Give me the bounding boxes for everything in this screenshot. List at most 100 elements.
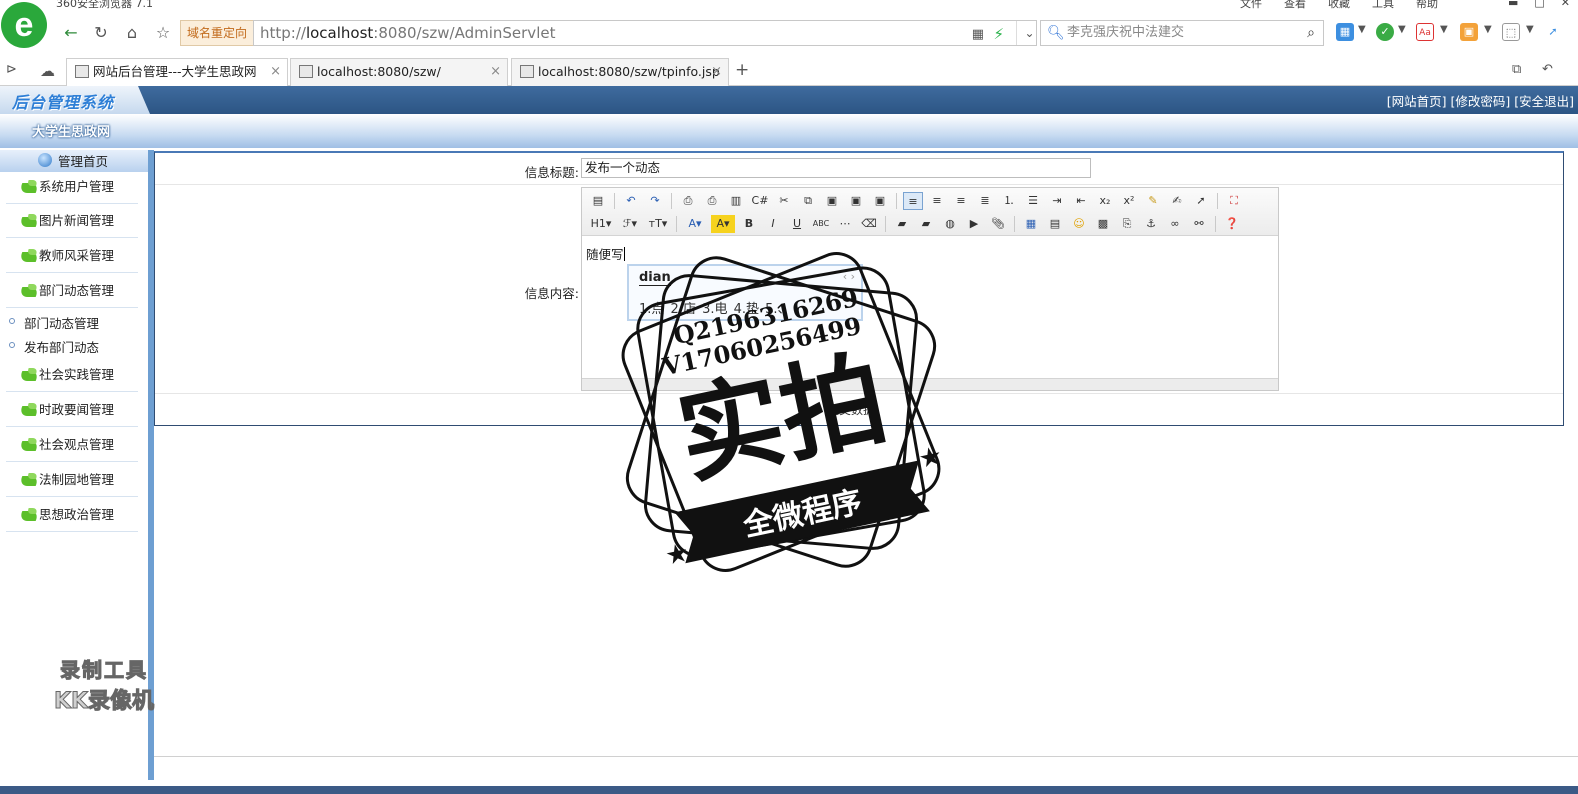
undo-icon[interactable]: ↶ bbox=[621, 192, 641, 210]
highlight-icon[interactable]: A▾ bbox=[711, 215, 735, 233]
sidebar-item-department-news[interactable]: 部门动态管理 bbox=[6, 276, 138, 308]
menu-favorites[interactable]: 收藏 bbox=[1328, 0, 1350, 11]
speed-mode-icon[interactable]: ⚡ bbox=[993, 22, 1004, 46]
top-links[interactable]: [网站首页] [修改密码] [安全退出] bbox=[1387, 91, 1574, 110]
template-icon[interactable]: ▥ bbox=[726, 192, 746, 210]
menu-file[interactable]: 文件 bbox=[1240, 0, 1262, 11]
sidebar-item-current-affairs[interactable]: 时政要闻管理 bbox=[6, 395, 138, 427]
apps-dropdown-icon[interactable]: ▼ bbox=[1358, 24, 1366, 35]
submit-button[interactable]: 提交数据 bbox=[827, 401, 875, 418]
image-icon[interactable]: ▰ bbox=[892, 215, 912, 233]
menu-tools[interactable]: 工具 bbox=[1372, 0, 1394, 11]
emoticon-icon[interactable]: ☺ bbox=[1069, 215, 1089, 233]
close-tab-icon[interactable]: × bbox=[490, 59, 501, 85]
menu-view[interactable]: 查看 bbox=[1284, 0, 1306, 11]
ordered-list-icon[interactable]: ⒈ bbox=[999, 192, 1019, 210]
media-icon[interactable]: ▶ bbox=[964, 215, 984, 233]
strikethrough-icon[interactable]: ABC bbox=[811, 215, 831, 233]
tab-admin[interactable]: 网站后台管理---大学生思政网 × bbox=[66, 58, 288, 86]
back-arrow-icon[interactable]: ← bbox=[60, 22, 82, 44]
security-shield-icon[interactable]: ✓ bbox=[1376, 23, 1394, 41]
fullscreen-icon[interactable]: ⛶ bbox=[1224, 192, 1244, 210]
outdent-icon[interactable]: ⇤ bbox=[1071, 192, 1091, 210]
code-icon[interactable]: C# bbox=[750, 192, 770, 210]
cloud-icon[interactable]: ☁ bbox=[40, 62, 55, 80]
sidebar-item-social-practice[interactable]: 社会实践管理 bbox=[6, 360, 138, 392]
eraser-icon[interactable]: ⌫ bbox=[859, 215, 879, 233]
map-icon[interactable]: ▩ bbox=[1093, 215, 1113, 233]
sidebar-subitem-publish-department[interactable]: 发布部门动态 bbox=[8, 337, 99, 356]
insert-row-icon[interactable]: ▤ bbox=[1045, 215, 1065, 233]
translate-icon[interactable]: Aa bbox=[1416, 23, 1434, 41]
close-window-icon[interactable]: ✕ bbox=[1561, 0, 1570, 9]
heading-icon[interactable]: H1▾ bbox=[588, 215, 614, 233]
attachment-icon[interactable]: 📎︎ bbox=[988, 215, 1008, 233]
help-icon[interactable]: ❓ bbox=[1222, 215, 1242, 233]
new-tab-icon[interactable]: + bbox=[735, 60, 749, 80]
refresh-icon[interactable]: ↻ bbox=[90, 22, 112, 44]
close-tab-icon[interactable]: × bbox=[270, 59, 281, 85]
align-center-icon[interactable]: ≡ bbox=[927, 192, 947, 210]
preview-icon[interactable]: ⎙ bbox=[678, 192, 698, 210]
screenshot-dropdown-icon[interactable]: ▼ bbox=[1526, 24, 1534, 35]
undo-close-icon[interactable]: ↶ bbox=[1542, 62, 1553, 77]
sidebar-item-teachers[interactable]: 教师风采管理 bbox=[6, 241, 138, 273]
subscript-icon[interactable]: x₂ bbox=[1095, 192, 1115, 210]
sidebar-item-law[interactable]: 法制园地管理 bbox=[6, 465, 138, 497]
browser-logo-icon[interactable]: e bbox=[1, 2, 47, 48]
star-icon[interactable]: ☆ bbox=[152, 22, 174, 44]
domain-redirect-badge[interactable]: 域名重定向 bbox=[180, 20, 255, 46]
paste-text-icon[interactable]: ▣ bbox=[846, 192, 866, 210]
bold-icon[interactable]: B bbox=[739, 215, 759, 233]
pointer-icon[interactable]: ➚ bbox=[1191, 192, 1211, 210]
flash-icon[interactable]: ◍ bbox=[940, 215, 960, 233]
pagebreak-icon[interactable]: ⎘ bbox=[1117, 215, 1137, 233]
search-engine-icon[interactable]: 🔍︎ bbox=[1047, 21, 1065, 45]
indent-icon[interactable]: ⇥ bbox=[1047, 192, 1067, 210]
unordered-list-icon[interactable]: ☰ bbox=[1023, 192, 1043, 210]
menu-help[interactable]: 帮助 bbox=[1416, 0, 1438, 11]
security-dropdown-icon[interactable]: ▼ bbox=[1398, 24, 1406, 35]
sidebar-item-home[interactable]: 管理首页 bbox=[0, 150, 148, 172]
align-left-icon[interactable]: ≡ bbox=[903, 192, 923, 210]
rich-text-editor[interactable]: ▤ ↶ ↷ ⎙ ⎙ ▥ C# ✂ ⧉ ▣ ▣ ▣ ≡ ≡ ≡ ≣ ⒈ ☰ ⇥ ⇤… bbox=[581, 187, 1279, 391]
justify-icon[interactable]: ≣ bbox=[975, 192, 995, 210]
editor-content[interactable]: 随便写 bbox=[586, 244, 625, 263]
home-icon[interactable]: ⌂ bbox=[121, 22, 143, 44]
sidebar-item-photo-news[interactable]: 图片新闻管理 bbox=[6, 206, 138, 238]
print-icon[interactable]: ⎙ bbox=[702, 192, 722, 210]
unlink-icon[interactable]: ⚯ bbox=[1189, 215, 1209, 233]
close-tab-icon[interactable]: × bbox=[711, 59, 722, 85]
minimize-icon[interactable]: ▬ bbox=[1508, 0, 1518, 9]
search-icon[interactable]: ⌕ bbox=[1307, 21, 1315, 45]
paste-icon[interactable]: ▣ bbox=[822, 192, 842, 210]
cut-icon[interactable]: ✂ bbox=[774, 192, 794, 210]
ime-candidates[interactable]: 1.点 2.店 3.电 4.垫 5.、 bbox=[639, 298, 791, 317]
source-icon[interactable]: ▤ bbox=[588, 192, 608, 210]
pin-icon[interactable]: ➚ bbox=[1544, 23, 1562, 41]
link-icon[interactable]: ∞ bbox=[1165, 215, 1185, 233]
maximize-icon[interactable]: □ bbox=[1534, 0, 1544, 9]
multi-image-icon[interactable]: ▰ bbox=[916, 215, 936, 233]
extension-dropdown-icon[interactable]: ▼ bbox=[1484, 24, 1492, 35]
ime-candidate-window[interactable]: dian ‹ › 1.点 2.店 3.电 4.垫 5.、 bbox=[627, 264, 863, 321]
select-all-icon[interactable]: ✍ bbox=[1167, 192, 1187, 210]
hr-icon[interactable]: ⋯ bbox=[835, 215, 855, 233]
translate-dropdown-icon[interactable]: ▼ bbox=[1440, 24, 1448, 35]
font-size-icon[interactable]: тT▾ bbox=[646, 215, 670, 233]
apps-grid-icon[interactable]: ▦ bbox=[1336, 23, 1354, 41]
align-right-icon[interactable]: ≡ bbox=[951, 192, 971, 210]
sidebar-item-social-views[interactable]: 社会观点管理 bbox=[6, 430, 138, 462]
underline-icon[interactable]: U bbox=[787, 215, 807, 233]
address-bar[interactable]: http://localhost:8080/szw/AdminServlet ▦… bbox=[253, 20, 1037, 46]
tab-restore-icon[interactable]: ⧉ bbox=[1512, 62, 1521, 77]
sidebar-toggle-icon[interactable]: ⊳ bbox=[6, 62, 17, 77]
table-icon[interactable]: ▦ bbox=[1021, 215, 1041, 233]
paste-word-icon[interactable]: ▣ bbox=[870, 192, 890, 210]
font-color-icon[interactable]: A▾ bbox=[683, 215, 707, 233]
search-box[interactable]: 🔍︎ 李克强庆祝中法建交 ⌕ bbox=[1040, 20, 1324, 46]
sidebar-item-users[interactable]: 系统用户管理 bbox=[6, 172, 138, 204]
clear-format-icon[interactable]: ✎ bbox=[1143, 192, 1163, 210]
sidebar-subitem-department-manage[interactable]: 部门动态管理 bbox=[8, 313, 99, 332]
qr-code-icon[interactable]: ▦ bbox=[972, 23, 984, 47]
